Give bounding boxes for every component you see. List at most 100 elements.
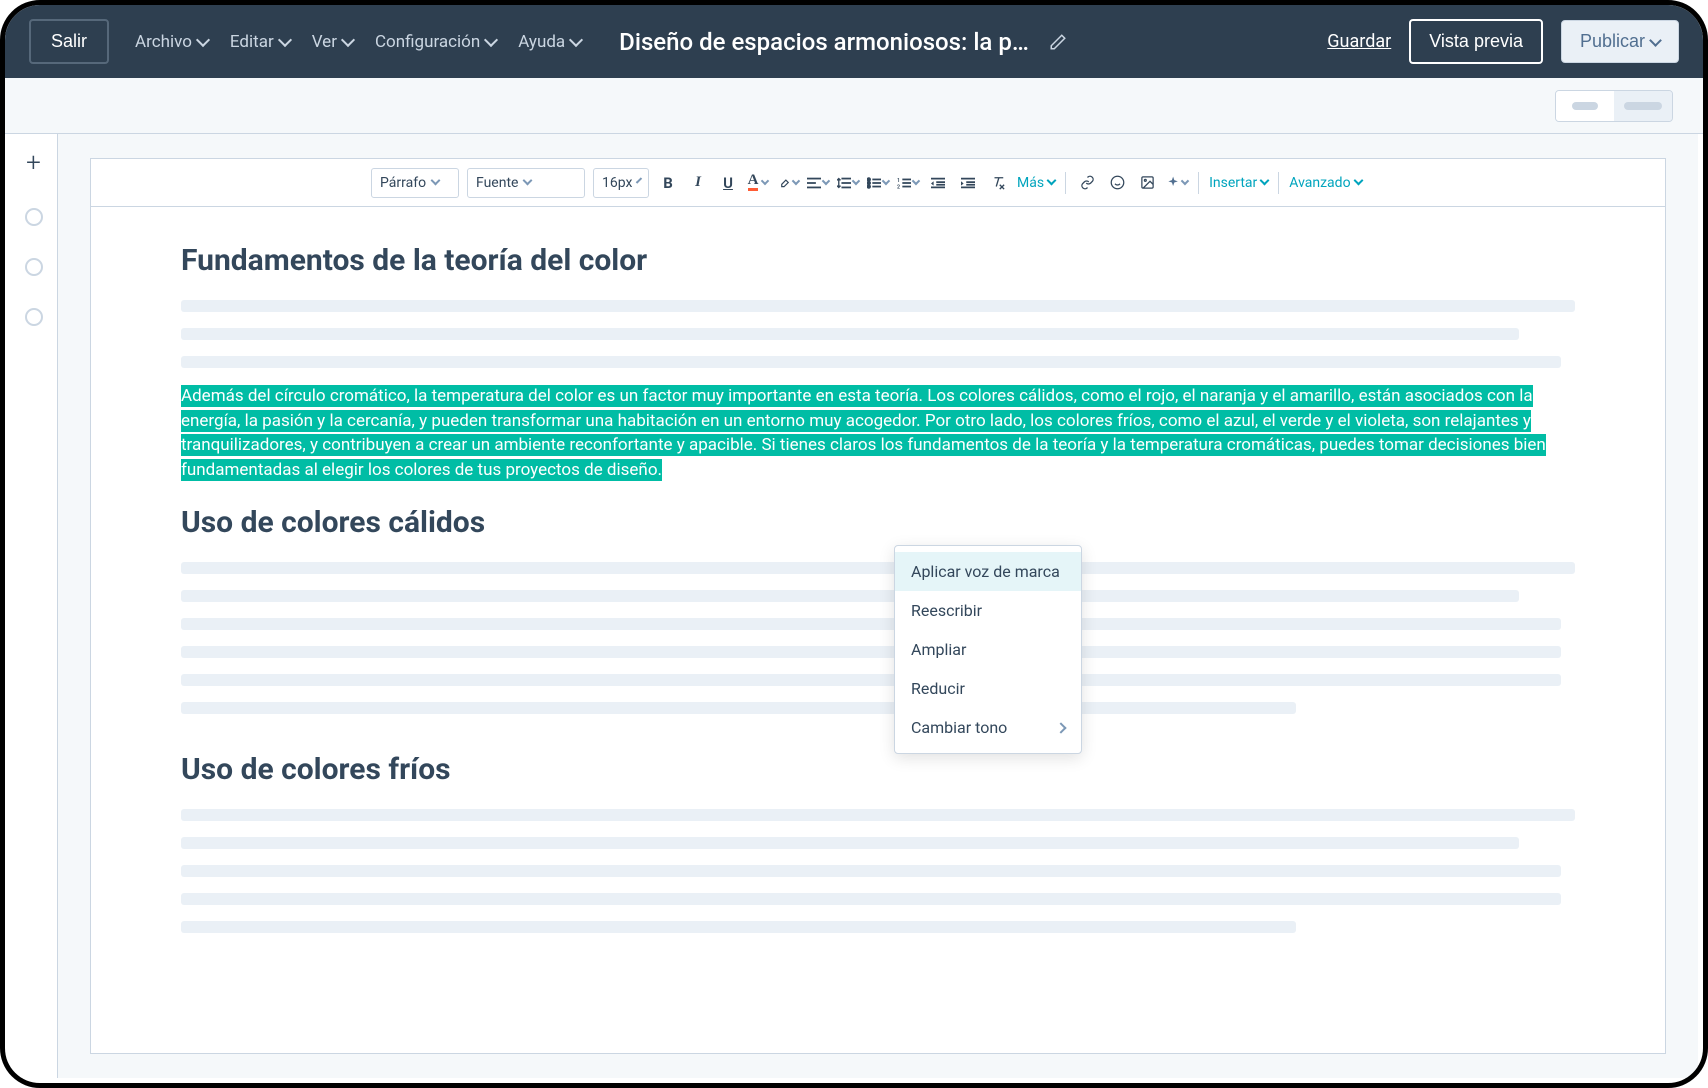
heading: Fundamentos de la teoría del color [181,243,1575,278]
pencil-icon[interactable] [1049,33,1067,51]
chevron-down-icon [852,176,860,184]
top-actions: Guardar Vista previa Publicar [1327,19,1679,64]
placeholder-line [181,562,1575,574]
publish-label: Publicar [1580,31,1645,52]
toggle-segment-left[interactable] [1556,91,1614,121]
menu-archivo[interactable]: Archivo [135,32,208,52]
ai-sparkle-icon[interactable] [1166,172,1188,194]
placeholder-line [181,837,1519,849]
chevron-down-icon [792,176,800,184]
toggle-segment-right[interactable] [1614,91,1672,121]
highlight-icon[interactable] [777,172,799,194]
more-button[interactable]: Más [1017,175,1055,191]
menu-ayuda[interactable]: Ayuda [518,32,581,52]
placeholder-line [181,921,1296,933]
rail-dot[interactable] [25,208,43,226]
placeholder-line [181,809,1575,821]
exit-button[interactable]: Salir [29,19,109,64]
clear-format-icon[interactable] [987,172,1009,194]
svg-text:2: 2 [897,184,900,189]
heading: Uso de colores cálidos [181,505,1575,540]
left-rail: + [10,134,58,1078]
placeholder-line [181,590,1519,602]
insert-label: Insertar [1209,175,1257,191]
document-title[interactable]: Diseño de espacios armoniosos: la ps… [619,28,1039,56]
chevron-right-icon [1055,722,1066,733]
placeholder-line [181,893,1561,905]
separator [1278,172,1279,194]
paragraph-select[interactable]: Párrafo [371,168,459,198]
menu-shorten[interactable]: Reducir [895,669,1081,708]
chevron-down-icon [278,32,292,46]
chevron-down-icon [196,32,210,46]
menu-ver[interactable]: Ver [312,32,353,52]
separator [1198,172,1199,194]
placeholder-line [181,865,1561,877]
italic-icon[interactable]: I [687,172,709,194]
chevron-down-icon [822,176,830,184]
menu-rewrite[interactable]: Reescribir [895,591,1081,630]
bullet-list-icon[interactable] [867,172,889,194]
font-select[interactable]: Fuente [467,168,585,198]
size-select[interactable]: 16px [593,168,649,198]
text-color-icon[interactable]: A [747,172,769,194]
add-button[interactable]: + [26,150,41,176]
chevron-down-icon [636,177,642,183]
publish-button[interactable]: Publicar [1561,20,1679,63]
chevron-down-icon [1260,176,1270,186]
rail-dot[interactable] [25,308,43,326]
indent-icon[interactable] [957,172,979,194]
top-bar: Salir Archivo Editar Ver Configuración A… [5,5,1703,78]
select-label: Fuente [476,175,518,191]
chevron-down-icon [1353,176,1363,186]
placeholder-bar [1572,102,1598,110]
emoji-icon[interactable] [1106,172,1128,194]
chevron-down-icon [761,176,769,184]
chevron-down-icon [882,176,890,184]
chevron-down-icon [484,32,498,46]
image-icon[interactable] [1136,172,1158,194]
align-icon[interactable] [807,172,829,194]
menu-expand[interactable]: Ampliar [895,630,1081,669]
ai-context-menu: Aplicar voz de marca Reescribir Ampliar … [894,545,1082,754]
menu-apply-brand-voice[interactable]: Aplicar voz de marca [895,552,1081,591]
menu-configuracion[interactable]: Configuración [375,32,496,52]
select-label: Párrafo [380,175,426,191]
menu-label: Editar [230,32,274,52]
selected-text[interactable]: Además del círculo cromático, la tempera… [181,384,1575,483]
menu-editar[interactable]: Editar [230,32,290,52]
insert-button[interactable]: Insertar [1209,175,1268,191]
link-icon[interactable] [1076,172,1098,194]
menu-label: Archivo [135,32,192,52]
menu-label: Configuración [375,32,480,52]
outdent-icon[interactable] [927,172,949,194]
menu-change-tone[interactable]: Cambiar tono [895,708,1081,747]
placeholder-bar [1624,102,1662,110]
preview-button[interactable]: Vista previa [1409,19,1543,64]
title-wrap: Diseño de espacios armoniosos: la ps… [619,28,1319,56]
editor-sheet: Párrafo Fuente 16px B I U A 12 Más [90,158,1666,1054]
bold-icon[interactable]: B [657,172,679,194]
editor-content[interactable]: Fundamentos de la teoría del color Ademá… [91,207,1665,985]
placeholder-line [181,618,1561,630]
menu-label: Ver [312,32,337,52]
placeholder-line [181,702,1296,714]
chevron-down-icon [912,176,920,184]
advanced-button[interactable]: Avanzado [1289,175,1361,191]
menu-label: Ayuda [518,32,565,52]
workspace: + Párrafo Fuente 16px B I U A [10,134,1698,1078]
placeholder-line [181,328,1519,340]
chevron-down-icon [1047,176,1057,186]
placeholder-line [181,300,1575,312]
chevron-down-icon [1649,34,1662,47]
chevron-down-icon [1181,176,1189,184]
placeholder-line [181,356,1561,368]
line-height-icon[interactable] [837,172,859,194]
save-button[interactable]: Guardar [1327,31,1391,52]
view-toggle[interactable] [1555,90,1673,122]
number-list-icon[interactable]: 12 [897,172,919,194]
underline-icon[interactable]: U [717,172,739,194]
rail-dot[interactable] [25,258,43,276]
chevron-down-icon [569,32,583,46]
svg-text:1: 1 [897,178,900,184]
